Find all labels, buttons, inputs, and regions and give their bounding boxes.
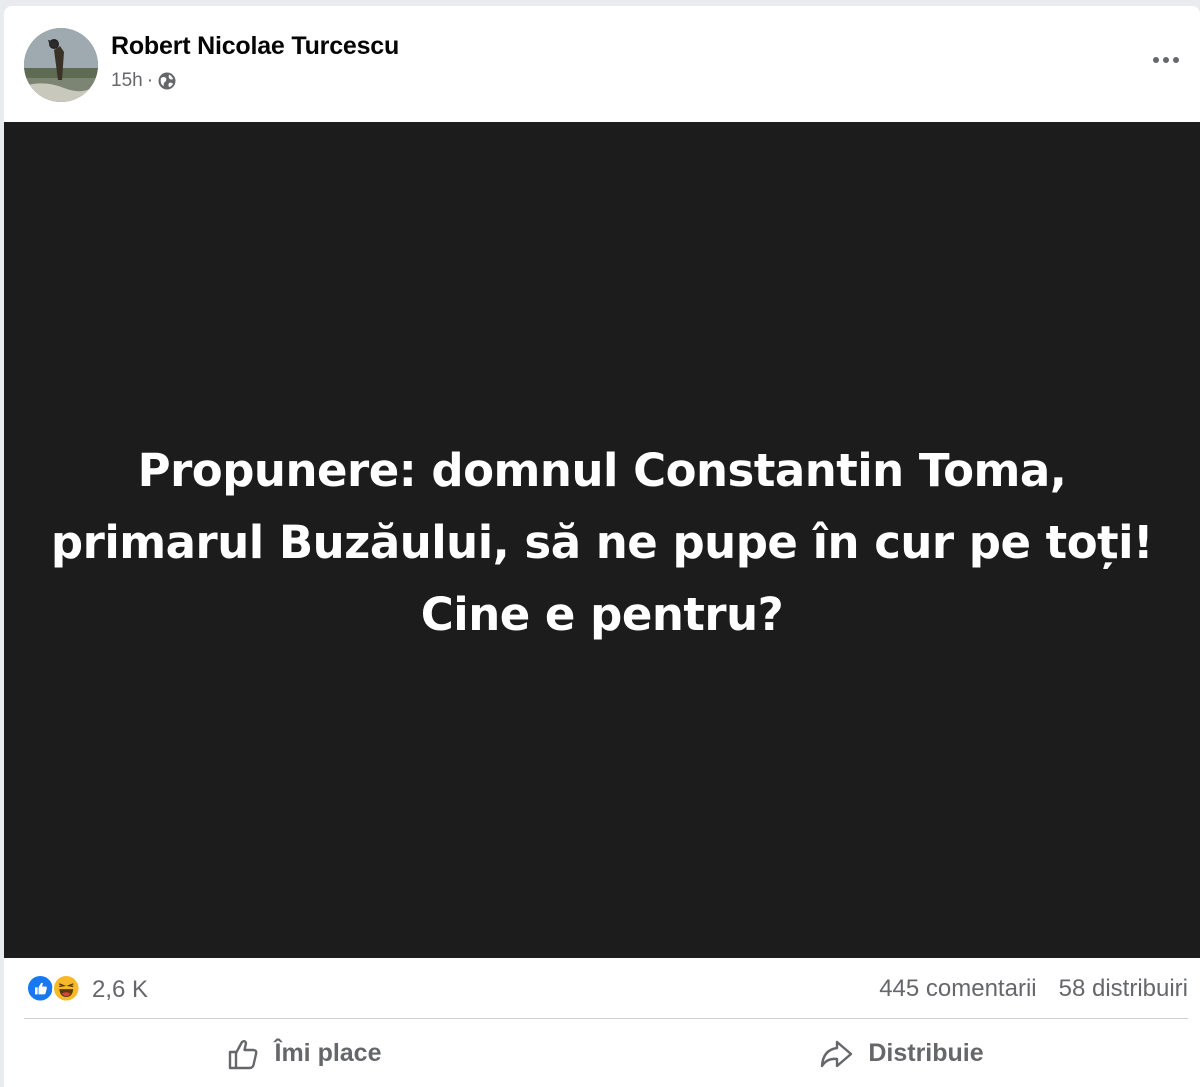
reactions-summary[interactable]: 2,6 K [26, 974, 148, 1006]
like-button-label: Îmi place [274, 1039, 382, 1067]
share-button-label: Distribuie [868, 1039, 984, 1067]
facebook-post: Robert Nicolae Turcescu 15h · Propunere:… [4, 6, 1200, 1087]
share-button[interactable]: Distribuie [602, 1020, 1200, 1087]
post-image-text-line: primarul Buzăului, să ne pupe în cur pe … [50, 516, 1154, 569]
author-name[interactable]: Robert Nicolae Turcescu [111, 32, 399, 61]
post-image-text-line: Cine e pentru? [420, 588, 784, 641]
post-meta: 15h · [111, 70, 177, 92]
reactions-count: 2,6 K [92, 976, 149, 1003]
post-stats: 2,6 K 445 comentarii 58 distribuiri [4, 958, 1200, 1020]
engagement-counts: 445 comentarii 58 distribuiri [879, 975, 1188, 1003]
avatar[interactable] [24, 28, 98, 102]
post-image-text: Propunere: domnul Constantin Toma, prima… [50, 435, 1154, 651]
divider [24, 1018, 1188, 1019]
post-time[interactable]: 15h [111, 70, 143, 92]
globe-icon [157, 71, 177, 91]
thumbs-up-icon [228, 1039, 257, 1069]
more-options-button[interactable] [1146, 40, 1186, 80]
shares-count-link[interactable]: 58 distribuiri [1059, 975, 1188, 1003]
post-image-text-line: Propunere: domnul Constantin Toma, [137, 444, 1067, 497]
post-image[interactable]: Propunere: domnul Constantin Toma, prima… [4, 122, 1200, 958]
post-header: Robert Nicolae Turcescu 15h · [4, 6, 1200, 122]
like-button[interactable]: Îmi place [4, 1020, 602, 1087]
more-horizontal-icon [1153, 57, 1179, 63]
haha-reaction-icon [52, 974, 84, 1006]
avatar-photo [24, 28, 98, 102]
post-actions: Îmi place Distribuie [4, 1020, 1200, 1087]
share-arrow-icon [821, 1040, 853, 1067]
meta-separator: · [146, 70, 154, 91]
comments-count-link[interactable]: 445 comentarii [879, 975, 1036, 1003]
